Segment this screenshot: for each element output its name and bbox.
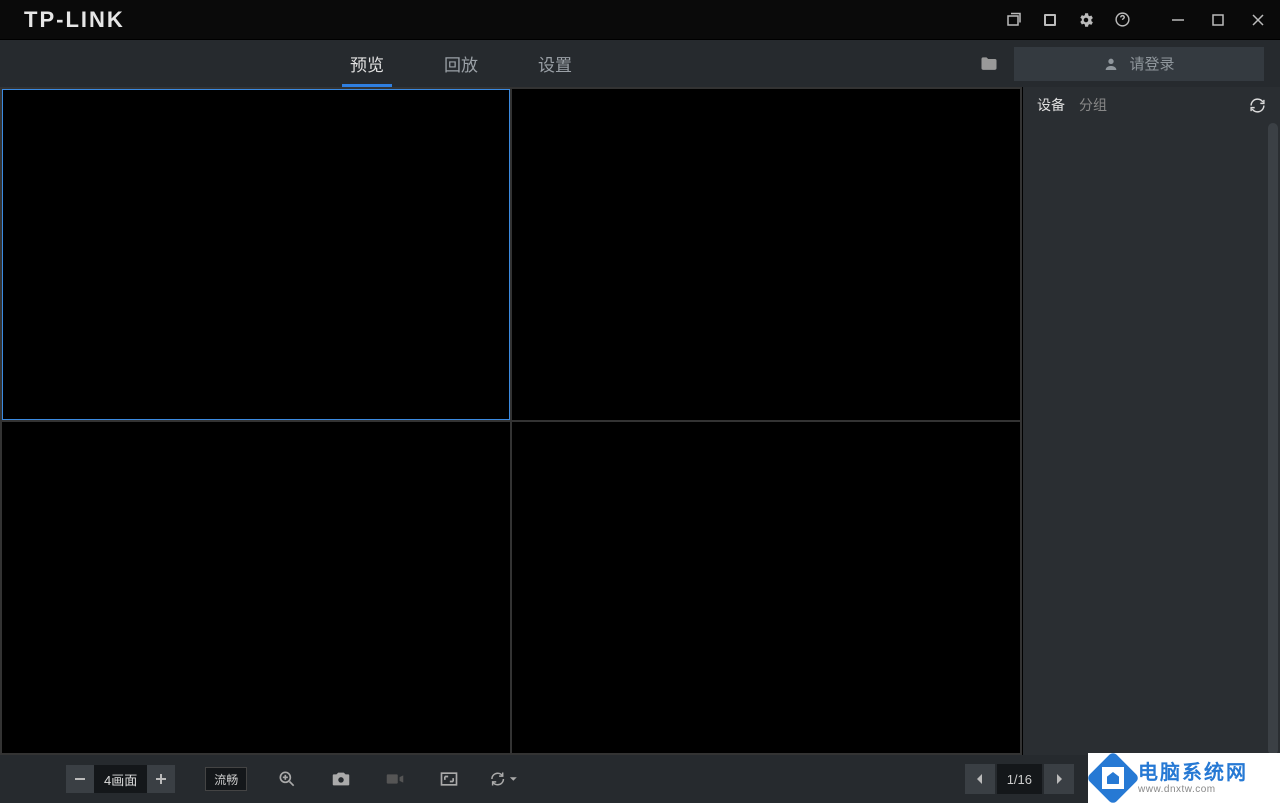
sidebar-tab-devices[interactable]: 设备 [1037,95,1065,115]
nav-bar: 预览 回放 设置 请登录 [0,39,1280,87]
page-next-button[interactable] [1044,764,1074,794]
video-cell-4[interactable] [512,422,1020,753]
sidebar-scrollbar[interactable] [1268,123,1278,755]
device-sidebar: 设备 分组 [1022,87,1280,755]
watermark: 电脑系统网 www.dnxtw.com [1088,753,1280,803]
tab-label: 预览 [350,51,384,76]
tab-preview[interactable]: 预览 [350,40,384,87]
tab-label: 设置 [538,51,572,76]
split-increase-button[interactable] [147,765,175,793]
pager: 1/16 [965,764,1074,794]
device-manager-icon[interactable] [1040,10,1060,30]
brand-logo: TP-LINK [24,7,125,33]
titlebar-right-group [1004,10,1268,30]
split-group: 4画面 [66,765,175,793]
tab-label: 回放 [444,51,478,76]
folder-icon[interactable] [978,53,1000,75]
video-grid [0,87,1022,755]
page-prev-button[interactable] [965,764,995,794]
record-icon[interactable] [381,765,409,793]
split-decrease-button[interactable] [66,765,94,793]
split-label[interactable]: 4画面 [94,765,147,793]
watermark-text: 电脑系统网 www.dnxtw.com [1138,762,1248,795]
fullscreen-icon[interactable] [435,765,463,793]
tab-settings[interactable]: 设置 [538,40,572,87]
screenshot-manager-icon[interactable] [1004,10,1024,30]
nav-tabs: 预览 回放 设置 [350,40,572,87]
chevron-down-icon [509,774,518,784]
watermark-cn: 电脑系统网 [1138,762,1248,784]
zoom-icon[interactable] [273,765,301,793]
video-cell-3[interactable] [2,422,510,753]
sidebar-body [1023,123,1280,755]
title-bar: TP-LINK [0,0,1280,39]
login-button[interactable]: 请登录 [1014,47,1264,81]
snapshot-icon[interactable] [327,765,355,793]
stream-quality-button[interactable]: 流畅 [205,767,247,791]
tab-playback[interactable]: 回放 [444,40,478,87]
main-area: 设备 分组 [0,87,1280,755]
maximize-icon[interactable] [1208,10,1228,30]
page-label: 1/16 [997,764,1042,794]
watermark-badge-icon [1086,751,1140,803]
refresh-icon[interactable] [1249,97,1266,114]
close-icon[interactable] [1248,10,1268,30]
nav-right-group: 请登录 [978,40,1280,87]
nav-spacer [0,40,350,87]
minimize-icon[interactable] [1168,10,1188,30]
watermark-en: www.dnxtw.com [1138,784,1248,795]
video-cell-1[interactable] [2,89,510,420]
window-controls [1168,10,1268,30]
login-label: 请登录 [1129,53,1174,74]
sidebar-tab-groups[interactable]: 分组 [1079,95,1107,115]
settings-icon[interactable] [1076,10,1096,30]
video-cell-2[interactable] [512,89,1020,420]
sidebar-tabs: 设备 分组 [1023,87,1280,123]
help-icon[interactable] [1112,10,1132,30]
user-icon [1103,56,1119,72]
cycle-icon[interactable] [489,765,517,793]
